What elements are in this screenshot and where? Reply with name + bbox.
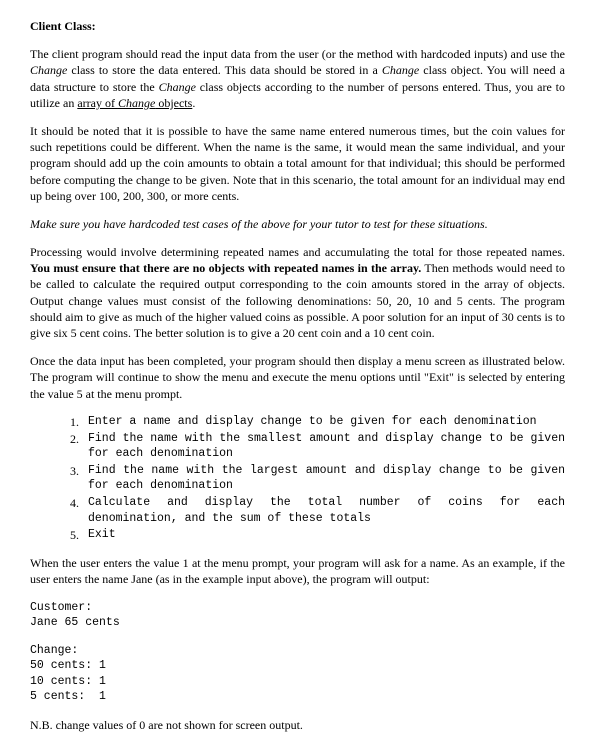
menu-item: 3.Find the name with the largest amount … — [70, 463, 565, 494]
change-class-name: Change — [159, 80, 196, 94]
text: display — [358, 354, 393, 368]
text: Output change values must consist of the… — [30, 294, 565, 340]
text: This data should be stored in a — [221, 63, 382, 77]
paragraph-client-intro: The client program should read the input… — [30, 46, 565, 111]
text: array of — [77, 96, 118, 110]
menu-item-number: 4. — [70, 495, 88, 526]
menu-item-text: Find the name with the largest amount an… — [88, 463, 565, 494]
menu-item-number: 1. — [70, 414, 88, 430]
menu-item: 2.Find the name with the smallest amount… — [70, 431, 565, 462]
output-customer: Customer: Jane 65 cents — [30, 600, 565, 631]
menu-item-number: 2. — [70, 431, 88, 462]
paragraph-repeated-names: It should be noted that it is possible t… — [30, 123, 565, 204]
text: objects — [155, 96, 192, 110]
output-change: Change: 50 cents: 1 10 cents: 1 5 cents:… — [30, 643, 565, 705]
paragraph-nb: N.B. change values of 0 are not shown fo… — [30, 717, 565, 733]
text: Processing would involve determining rep… — [30, 245, 565, 259]
text: this should be performed — [441, 156, 565, 170]
menu-list: 1.Enter a name and display change to be … — [70, 414, 565, 543]
array-of-change-text: array of Change objects — [77, 96, 192, 110]
text-bold: You must ensure that there are no object… — [30, 261, 421, 275]
text: before computing the change to be given.… — [30, 173, 565, 203]
menu-item: 4.Calculate and display the total number… — [70, 495, 565, 526]
text: . — [192, 96, 195, 110]
paragraph-example-intro: When the user enters the value 1 at the … — [30, 555, 565, 587]
paragraph-hardcoded-note: Make sure you have hardcoded test cases … — [30, 216, 565, 232]
section-heading: Client Class: — [30, 18, 565, 34]
menu-item-text: Calculate and display the total number o… — [88, 495, 565, 526]
menu-item-text: Enter a name and display change to be gi… — [88, 414, 565, 430]
text: The client program should read the — [30, 47, 203, 61]
menu-item-number: 3. — [70, 463, 88, 494]
menu-item-text: Find the name with the smallest amount a… — [88, 431, 565, 462]
menu-item: 1.Enter a name and display change to be … — [70, 414, 565, 430]
change-class-name: Change — [30, 63, 67, 77]
change-class-name: Change — [382, 63, 419, 77]
text: class to store the data entered. — [67, 63, 220, 77]
change-class-name: Change — [118, 96, 155, 110]
paragraph-processing: Processing would involve determining rep… — [30, 244, 565, 341]
text: Once the data input has been completed, … — [30, 354, 358, 368]
menu-item: 5.Exit — [70, 527, 565, 543]
paragraph-menu-intro: Once the data input has been completed, … — [30, 353, 565, 402]
text: input data from the user (or the method … — [203, 47, 565, 61]
menu-item-text: Exit — [88, 527, 565, 543]
menu-item-number: 5. — [70, 527, 88, 543]
text: It should be noted that it is possible t… — [30, 124, 453, 138]
